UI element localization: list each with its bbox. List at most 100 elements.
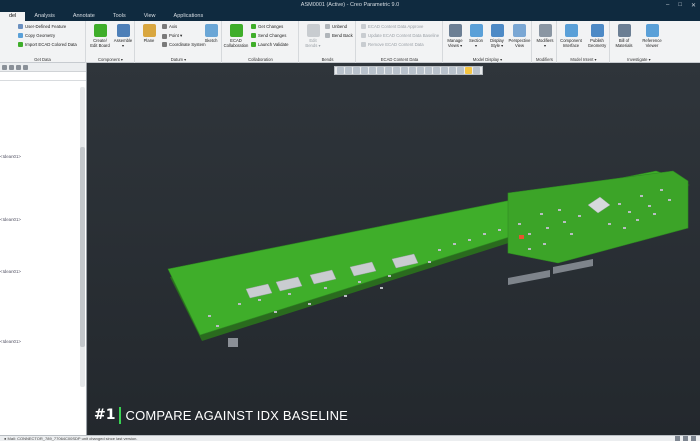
window-title: ASM0001 (Active) - Creo Parametric 9.0: [300, 2, 400, 8]
caption-overlay: #1 COMPARE AGAINST IDX BASELINE: [94, 406, 348, 424]
send-changes-icon: [251, 33, 256, 38]
group-collaboration: ECAD Collaboration Get Changes Send Chan…: [223, 21, 299, 63]
user-defined-feature-button[interactable]: User-Defined Feature: [18, 24, 66, 29]
plane-button[interactable]: Plane: [136, 24, 162, 43]
group-label-model-display: Model Display ▾: [472, 57, 503, 62]
group-investigate: Bill of Materials Reference Viewer Inves…: [611, 21, 667, 63]
update-baseline-icon: [361, 33, 366, 38]
tab-tools[interactable]: Tools: [104, 12, 135, 21]
minimize-button[interactable]: –: [666, 2, 669, 9]
close-button[interactable]: ✕: [691, 2, 696, 9]
graphics-window[interactable]: #1 COMPARE AGAINST IDX BASELINE: [88, 63, 700, 435]
group-datum: Plane Axis Point ▾ Coordinate System Ske…: [136, 21, 222, 63]
assemble-icon: [116, 24, 130, 37]
group-label-model-intent: Model Intent ▾: [570, 57, 597, 62]
tree-settings-icon[interactable]: [2, 64, 7, 70]
caption-number: #1: [94, 407, 116, 423]
import-ecad-button[interactable]: Import ECAD Colored Data: [18, 42, 77, 47]
bend-back-button[interactable]: Bend Back: [325, 33, 353, 38]
launch-validate-icon: [251, 42, 256, 47]
status-icons: [675, 436, 696, 441]
bill-of-materials-button[interactable]: Bill of Materials: [611, 24, 637, 48]
send-changes-button[interactable]: Send Changes: [251, 33, 286, 38]
status-settings-icon[interactable]: [691, 436, 696, 441]
group-label-bends: Bends: [321, 57, 334, 62]
tab-view[interactable]: View: [135, 12, 165, 21]
tree-columns-icon[interactable]: [23, 64, 28, 70]
update-ecad-baseline-button[interactable]: Update ECAD Content Data Baseline: [361, 33, 439, 38]
group-get-data: User-Defined Feature Copy Geometry Impor…: [0, 21, 86, 63]
approve-icon: [361, 24, 366, 29]
get-changes-icon: [251, 24, 256, 29]
remove-ecad-content-button[interactable]: Remove ECAD Content Data: [361, 42, 424, 47]
import-ecad-icon: [18, 42, 23, 47]
tree-item[interactable]: <Idean01>: [0, 217, 21, 222]
group-component: Create/ Edit Board Assemble ▾ Component …: [87, 21, 135, 63]
model-tree-search-row[interactable]: [0, 72, 86, 81]
tab-analysis[interactable]: Analysis: [25, 12, 63, 21]
tree-item[interactable]: <Idean01>: [0, 339, 21, 344]
group-label-investigate: Investigate ▾: [627, 57, 651, 62]
connector: [508, 270, 550, 285]
group-label-modifiers: Modifiers: [536, 57, 553, 62]
get-changes-button[interactable]: Get Changes: [251, 24, 283, 29]
connector: [228, 338, 238, 347]
publish-geometry-icon: [590, 24, 604, 37]
tree-item[interactable]: <Idean01>: [0, 269, 21, 274]
publish-geometry-button[interactable]: Publish Geometry: [584, 24, 610, 48]
model-tree-scrollbar[interactable]: [80, 87, 85, 387]
title-bar: ASM0001 (Active) - Creo Parametric 9.0 –…: [0, 0, 700, 12]
copy-geometry-icon: [18, 33, 23, 38]
copy-geometry-button[interactable]: Copy Geometry: [18, 33, 55, 38]
manage-views-button[interactable]: Manage Views ▾: [444, 24, 466, 48]
changed-component-marker[interactable]: [519, 235, 524, 239]
axis-button[interactable]: Axis: [162, 24, 177, 29]
edit-bends-icon: [306, 24, 320, 37]
tree-item[interactable]: <Idean01>: [0, 154, 21, 159]
launch-validate-button[interactable]: Launch Validate: [251, 42, 289, 47]
manage-views-icon: [448, 24, 462, 37]
group-modifiers: Modifiers ▾ Modifiers: [533, 21, 557, 63]
ecad-collaboration-button[interactable]: ECAD Collaboration: [223, 24, 249, 48]
smart-filter-icon[interactable]: [675, 436, 680, 441]
component-interface-button[interactable]: Component Interface: [558, 24, 584, 48]
perspective-view-button[interactable]: Perspective View: [507, 24, 532, 48]
group-ecad-content: ECAD Content Data Approve Update ECAD Co…: [357, 21, 443, 63]
bend-back-icon: [325, 33, 330, 38]
display-style-button[interactable]: Display Style ▾: [486, 24, 508, 48]
group-model-display: Manage Views ▾ Section ▾ Display Style ▾…: [444, 21, 532, 63]
group-label-component: Component ▾: [98, 57, 123, 62]
bom-icon: [617, 24, 631, 37]
tab-model[interactable]: del: [0, 12, 26, 21]
modifiers-button[interactable]: Modifiers ▾: [533, 24, 557, 48]
pcb-3d-model[interactable]: [88, 63, 700, 435]
sketch-button[interactable]: Sketch: [198, 24, 224, 43]
maximize-button[interactable]: □: [678, 2, 682, 9]
ribbon: User-Defined Feature Copy Geometry Impor…: [0, 21, 700, 63]
group-bends: Edit Bends ▾ Unbend Bend Back Bends: [300, 21, 356, 63]
caption-text: COMPARE AGAINST IDX BASELINE: [125, 407, 349, 423]
reference-viewer-button[interactable]: Reference Viewer: [639, 24, 665, 48]
tree-filter-icon[interactable]: [9, 64, 14, 70]
section-button[interactable]: Section ▾: [465, 24, 487, 48]
tab-annotate[interactable]: Annotate: [64, 12, 104, 21]
board-icon: [93, 24, 107, 37]
assemble-button[interactable]: Assemble ▾: [110, 24, 136, 48]
tree-show-icon[interactable]: [16, 64, 21, 70]
point-button[interactable]: Point ▾: [162, 33, 182, 39]
ecad-content-approve-button[interactable]: ECAD Content Data Approve: [361, 24, 423, 29]
window-controls: – □ ✕: [666, 2, 696, 9]
udf-icon: [18, 24, 23, 29]
unbend-button[interactable]: Unbend: [325, 24, 347, 29]
tab-applications[interactable]: Applications: [165, 12, 213, 21]
plane-icon: [142, 24, 156, 37]
selection-filter-icon[interactable]: [683, 436, 688, 441]
section-icon: [469, 24, 483, 37]
ribbon-tabs: del Analysis Annotate Tools View Applica…: [0, 12, 700, 21]
group-model-intent: Component Interface Publish Geometry Mod…: [558, 21, 610, 63]
unbend-icon: [325, 24, 330, 29]
group-label-datum: Datum ▾: [170, 57, 187, 62]
scrollbar-thumb[interactable]: [80, 147, 85, 347]
edit-bends-button[interactable]: Edit Bends ▾: [300, 24, 326, 48]
group-label-get-data: Get Data: [34, 57, 51, 62]
